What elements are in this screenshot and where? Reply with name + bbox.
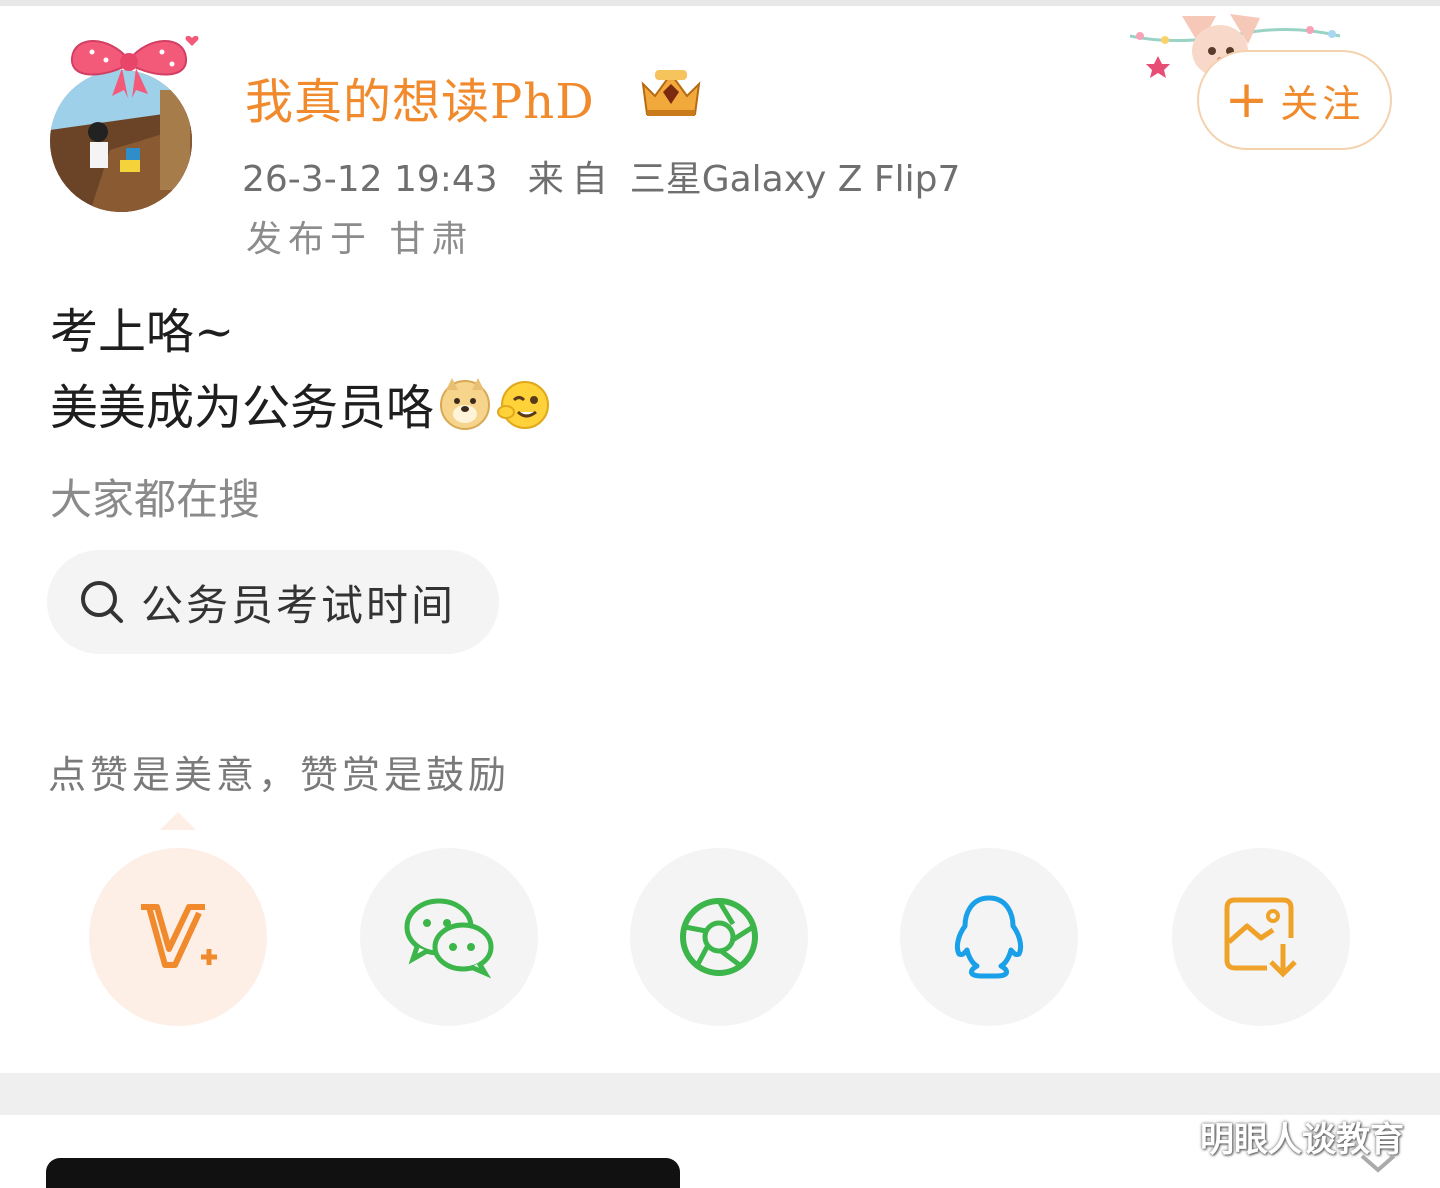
save-image-icon — [1224, 897, 1297, 978]
next-post-card[interactable] — [46, 1158, 680, 1188]
follow-button[interactable]: + 关注 — [1197, 50, 1392, 150]
post-location: 发布于 甘肃 — [246, 219, 474, 260]
save-image-button[interactable] — [1172, 848, 1350, 1026]
share-qq-button[interactable] — [900, 848, 1078, 1026]
share-v-plus-button[interactable] — [89, 848, 267, 1026]
device-name[interactable]: 三星Galaxy Z Flip7 — [630, 159, 961, 200]
tooltip-pointer — [160, 812, 196, 830]
crown-badge-icon — [641, 70, 701, 116]
post-text-line-2: 美美成为公务员咯 — [50, 368, 550, 438]
post-meta: 26-3-12 19:43 来自 三星Galaxy Z Flip7 — [242, 150, 960, 202]
avatar[interactable] — [40, 30, 210, 212]
bow-icon — [70, 35, 199, 98]
share-moments-button[interactable] — [630, 848, 808, 1026]
doge-emoji-icon — [440, 378, 491, 430]
username[interactable]: 我真的想读PhD — [245, 62, 595, 132]
post-text-line-2-text: 美美成为公务员咯 — [50, 380, 435, 436]
plus-icon: + — [1224, 70, 1273, 130]
post-text-line-1: 考上咯~ — [50, 304, 235, 360]
search-heading: 大家都在搜 — [50, 475, 261, 524]
v-plus-icon — [141, 904, 217, 968]
wechat-icon — [404, 898, 494, 979]
wink-emoji-icon — [497, 381, 550, 429]
qq-icon — [954, 895, 1024, 979]
follow-label: 关注 — [1280, 81, 1365, 126]
moments-icon — [680, 898, 758, 976]
hot-search-pill[interactable]: 公务员考试时间 — [47, 550, 499, 654]
from-label: 来自 — [527, 159, 616, 200]
chevron-down-icon[interactable] — [1358, 1150, 1398, 1174]
section-divider — [0, 1073, 1440, 1115]
hot-search-query: 公务员考试时间 — [141, 580, 457, 630]
share-wechat-button[interactable] — [360, 848, 538, 1026]
reward-text: 点赞是美意，赞赏是鼓励 — [48, 753, 511, 797]
post-time: 26-3-12 19:43 — [242, 159, 498, 200]
search-icon — [81, 581, 123, 623]
